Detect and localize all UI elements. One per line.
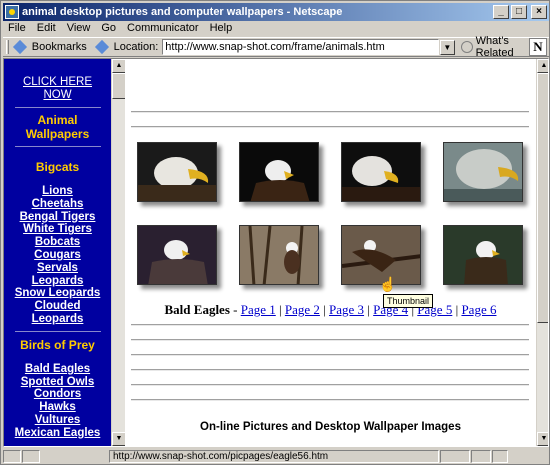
eagle-thumbnail[interactable] bbox=[341, 142, 421, 202]
sidebar-scroll-thumb[interactable] bbox=[112, 73, 126, 99]
thumbnail-tooltip: Thumbnail bbox=[383, 294, 434, 308]
status-cell bbox=[492, 450, 508, 463]
divider bbox=[131, 354, 529, 356]
status-cell bbox=[471, 450, 491, 463]
location-dropdown-button[interactable]: ▼ bbox=[439, 39, 455, 55]
status-cell bbox=[440, 450, 470, 463]
menu-file[interactable]: File bbox=[3, 21, 32, 37]
window-title: animal desktop pictures and computer wal… bbox=[22, 6, 343, 18]
netscape-app-icon bbox=[5, 5, 19, 19]
sidebar-link-cheetahs[interactable]: Cheetahs bbox=[4, 198, 111, 211]
divider bbox=[131, 369, 529, 371]
menu-edit[interactable]: Edit bbox=[32, 21, 62, 37]
page-link-3[interactable]: Page 3 bbox=[329, 302, 364, 317]
menu-bar: File Edit View Go Communicator Help bbox=[3, 21, 238, 37]
sidebar-link-spotted-owls[interactable]: Spotted Owls bbox=[4, 376, 111, 389]
eagle-thumbnail[interactable] bbox=[239, 225, 319, 285]
footer-heading: On-line Pictures and Desktop Wallpaper I… bbox=[200, 421, 461, 433]
group-heading-birds-of-prey: Birds of Prey bbox=[20, 337, 95, 352]
sidebar-link-clouded-leopards[interactable]: Clouded Leopards bbox=[4, 300, 111, 326]
divider bbox=[131, 399, 529, 401]
sidebar-link-leopards[interactable]: Leopards bbox=[4, 275, 111, 288]
security-lock-icon[interactable] bbox=[3, 450, 21, 463]
sidebar-link-snow-leopards[interactable]: Snow Leopards bbox=[4, 287, 111, 300]
sidebar-link-hawks[interactable]: Hawks bbox=[4, 401, 111, 414]
scroll-down-arrow-icon[interactable]: ▼ bbox=[537, 432, 548, 446]
sidebar-link-servals[interactable]: Servals bbox=[4, 262, 111, 275]
sidebar-section-title: Animal Wallpapers bbox=[25, 113, 90, 141]
sidebar-link-white-tigers[interactable]: White Tigers bbox=[4, 223, 111, 236]
status-url: http://www.snap-shot.com/picpages/eagle5… bbox=[109, 450, 439, 463]
maximize-button[interactable]: □ bbox=[511, 5, 527, 19]
divider bbox=[131, 111, 529, 113]
divider bbox=[131, 126, 529, 128]
page-link-1[interactable]: Page 1 bbox=[241, 302, 276, 317]
eagle-thumbnail[interactable] bbox=[137, 225, 217, 285]
group-heading-bigcats: Bigcats bbox=[35, 160, 80, 174]
location-label: Location: bbox=[113, 41, 159, 53]
bookmarks-button[interactable]: Bookmarks bbox=[32, 41, 87, 53]
scroll-up-arrow-icon[interactable]: ▲ bbox=[112, 59, 126, 73]
click-here-link[interactable]: CLICK HERE NOW bbox=[4, 76, 111, 102]
location-toolbar: Bookmarks Location: http://www.snap-shot… bbox=[3, 35, 549, 59]
sidebar-link-vultures[interactable]: Vultures bbox=[4, 414, 111, 427]
gallery-caption: Bald Eagles - Page 1 | Page 2 | Page 3 |… bbox=[164, 302, 497, 317]
close-button[interactable]: × bbox=[531, 5, 547, 19]
divider bbox=[131, 324, 529, 326]
scroll-down-arrow-icon[interactable]: ▼ bbox=[112, 432, 126, 446]
page-proxy-icon[interactable] bbox=[95, 40, 111, 54]
eagle-thumbnail[interactable] bbox=[443, 225, 523, 285]
hand-cursor-icon: ☝ bbox=[379, 276, 397, 292]
page-content: CLICK HERE NOW Animal Wallpapers Bigcats L… bbox=[3, 58, 549, 447]
connection-status-icon[interactable] bbox=[22, 450, 40, 463]
sidebar-link-bengal-tigers[interactable]: Bengal Tigers bbox=[4, 211, 111, 224]
title-bar: animal desktop pictures and computer wal… bbox=[3, 3, 549, 21]
sidebar-link-mexican-eagles[interactable]: Mexican Eagles bbox=[4, 427, 111, 440]
sidebar-frame: CLICK HERE NOW Animal Wallpapers Bigcats L… bbox=[4, 59, 111, 446]
minimize-button[interactable]: _ bbox=[493, 5, 509, 19]
eagle-thumbnail[interactable] bbox=[137, 142, 217, 202]
scroll-up-arrow-icon[interactable]: ▲ bbox=[537, 59, 548, 73]
divider bbox=[131, 339, 529, 341]
menu-help[interactable]: Help bbox=[205, 21, 239, 37]
whats-related-icon[interactable] bbox=[460, 41, 473, 53]
eagle-thumbnail[interactable] bbox=[443, 142, 523, 202]
sidebar-link-bald-eagles[interactable]: Bald Eagles bbox=[4, 363, 111, 376]
page-link-2[interactable]: Page 2 bbox=[285, 302, 320, 317]
sidebar-link-bobcats[interactable]: Bobcats bbox=[4, 236, 111, 249]
sidebar-link-cougars[interactable]: Cougars bbox=[4, 249, 111, 262]
sidebar-scrollbar[interactable]: ▲ ▼ bbox=[111, 59, 126, 446]
gallery-category: Bald Eagles bbox=[164, 302, 230, 317]
netscape-logo[interactable]: N bbox=[529, 38, 547, 56]
sidebar-link-lions[interactable]: Lions bbox=[4, 185, 111, 198]
status-bar: http://www.snap-shot.com/picpages/eagle5… bbox=[3, 449, 549, 464]
menu-communicator[interactable]: Communicator bbox=[122, 21, 205, 37]
sidebar-link-condors[interactable]: Condors bbox=[4, 388, 111, 401]
bookmarks-icon[interactable] bbox=[13, 40, 29, 54]
main-scroll-thumb[interactable] bbox=[537, 73, 548, 323]
location-input[interactable]: http://www.snap-shot.com/frame/animals.h… bbox=[162, 39, 439, 55]
menu-go[interactable]: Go bbox=[96, 21, 122, 37]
main-scrollbar[interactable]: ▲ ▼ bbox=[536, 59, 548, 446]
divider bbox=[131, 384, 529, 386]
page-link-6[interactable]: Page 6 bbox=[461, 302, 496, 317]
browser-window: animal desktop pictures and computer wal… bbox=[0, 0, 550, 465]
main-frame: Bald Eagles - Page 1 | Page 2 | Page 3 |… bbox=[125, 59, 536, 446]
toolbar-grip[interactable] bbox=[6, 40, 9, 54]
menu-view[interactable]: View bbox=[62, 21, 97, 37]
eagle-thumbnail[interactable] bbox=[239, 142, 319, 202]
